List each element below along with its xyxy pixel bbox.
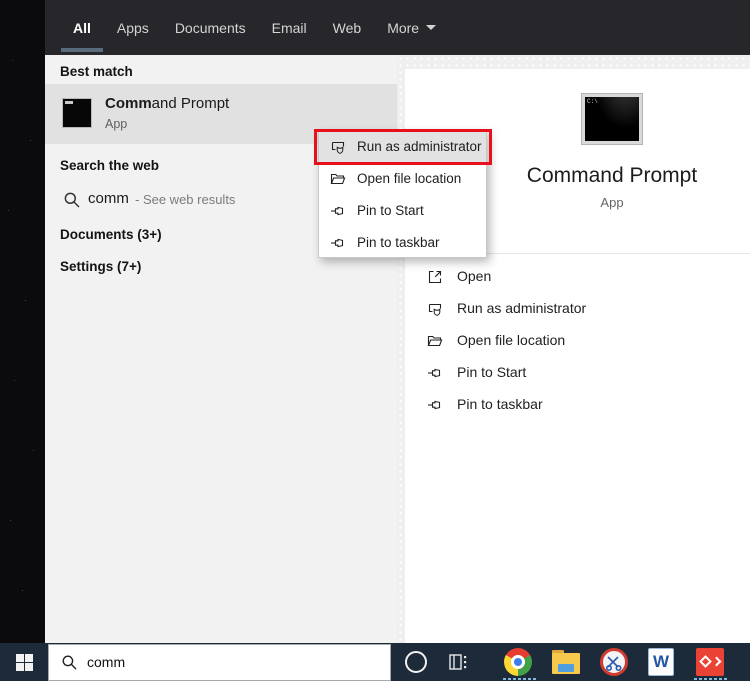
context-menu-run-as-administrator[interactable]: Run as administrator (319, 131, 486, 163)
desktop-wallpaper (0, 0, 45, 643)
search-flyout: All Apps Documents Email Web More Best m… (45, 0, 750, 643)
pin-icon (330, 203, 346, 219)
file-location-icon (427, 333, 443, 349)
best-match-header: Best match (60, 64, 133, 79)
action-pin-to-start[interactable]: Pin to Start (397, 357, 750, 389)
chevron-down-icon (426, 25, 436, 30)
pin-icon (330, 235, 346, 251)
search-icon (63, 191, 81, 209)
context-menu: Run as administrator Open file location … (318, 130, 487, 258)
windows-search-screen: All Apps Documents Email Web More Best m… (0, 0, 750, 681)
taskbar-search-box[interactable] (48, 644, 391, 681)
red-arrow-app-icon[interactable] (696, 648, 724, 676)
tab-web[interactable]: Web (321, 0, 374, 55)
word-icon[interactable]: W (648, 648, 674, 676)
tab-documents[interactable]: Documents (163, 0, 258, 55)
chrome-running-indicator (503, 678, 536, 680)
command-prompt-large-icon: C:\ (581, 93, 643, 145)
result-title: Command Prompt (105, 95, 229, 112)
settings-group-header[interactable]: Settings (7+) (60, 259, 141, 274)
chrome-icon[interactable] (504, 648, 532, 676)
action-open-file-location[interactable]: Open file location (397, 325, 750, 357)
action-run-as-administrator[interactable]: Run as administrator (397, 293, 750, 325)
pin-icon (427, 397, 443, 413)
tab-email[interactable]: Email (260, 0, 319, 55)
file-explorer-icon[interactable] (552, 650, 580, 674)
tab-all[interactable]: All (61, 0, 103, 55)
web-hint-text: - See web results (135, 192, 235, 207)
file-location-icon (330, 171, 346, 187)
run-as-admin-icon (330, 139, 346, 155)
cortana-icon[interactable] (405, 651, 427, 673)
stars-decoration (0, 0, 1, 1)
taskbar: W (0, 643, 750, 681)
start-button[interactable] (0, 643, 48, 681)
context-menu-pin-to-start[interactable]: Pin to Start (319, 195, 486, 227)
search-icon (61, 654, 78, 671)
red-app-running-indicator (694, 678, 729, 680)
documents-group-header[interactable]: Documents (3+) (60, 227, 162, 242)
action-pin-to-taskbar[interactable]: Pin to taskbar (397, 389, 750, 421)
preview-actions: Open Run as administrator Open file loca… (397, 261, 750, 421)
windows-logo-icon (16, 654, 33, 671)
context-menu-open-file-location[interactable]: Open file location (319, 163, 486, 195)
search-the-web-header: Search the web (60, 158, 159, 173)
run-as-admin-icon (427, 301, 443, 317)
result-subtitle: App (105, 117, 127, 131)
web-query-text: comm (88, 190, 129, 207)
action-open[interactable]: Open (397, 261, 750, 293)
taskbar-search-input[interactable] (87, 645, 377, 678)
snipping-tool-icon[interactable] (600, 648, 628, 676)
tab-apps[interactable]: Apps (105, 0, 161, 55)
tab-more[interactable]: More (375, 0, 448, 55)
open-icon (427, 269, 443, 285)
task-view-icon[interactable] (447, 651, 469, 678)
search-filter-tabs: All Apps Documents Email Web More (45, 0, 750, 55)
command-prompt-icon (62, 98, 92, 128)
pin-icon (427, 365, 443, 381)
context-menu-pin-to-taskbar[interactable]: Pin to taskbar (319, 227, 486, 259)
